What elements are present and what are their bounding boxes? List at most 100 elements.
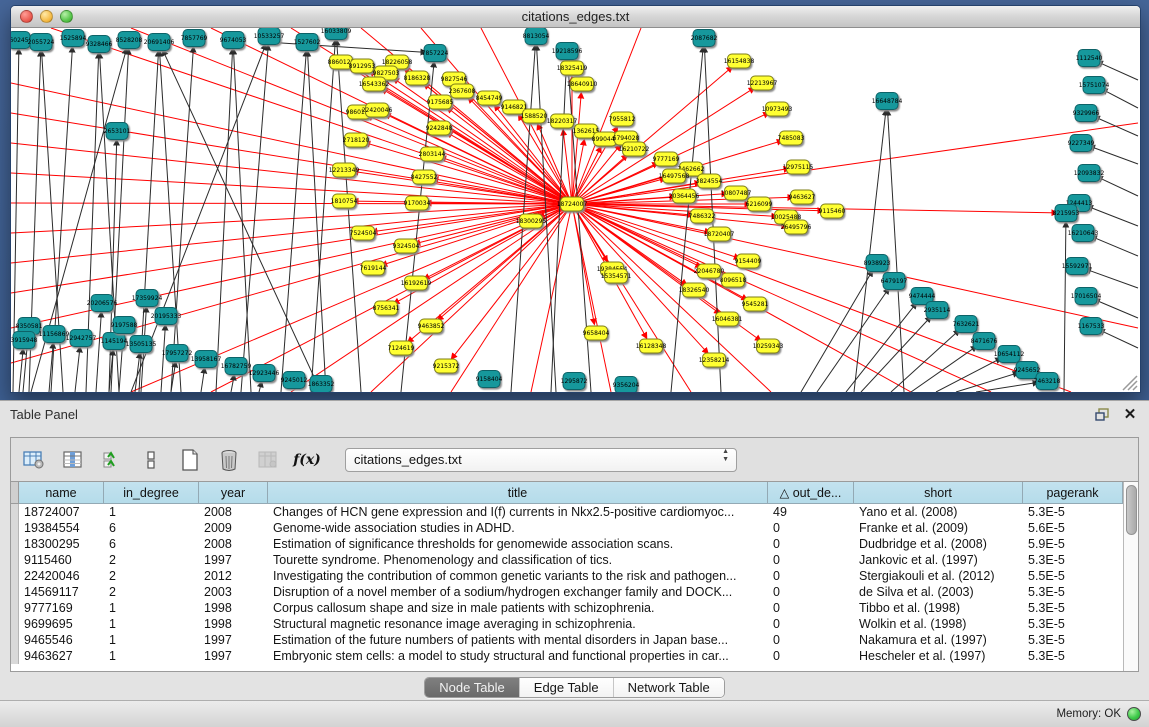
paper-node-yellow[interactable]: 15354571 [601,269,632,283]
paper-node-yellow[interactable]: 18720407 [704,227,735,241]
paper-node-teal[interactable]: 20195333 [151,308,182,325]
paper-node-teal[interactable]: 12923446 [249,365,280,382]
paper-node-teal[interactable]: 12942757 [66,330,97,347]
close-panel-icon[interactable]: ✕ [1121,407,1139,423]
tab-node-table[interactable]: Node Table [425,678,520,697]
paper-node-yellow[interactable]: 12358214 [699,353,730,367]
table-row[interactable]: 946362711997Embryonic stem cells: a mode… [11,648,1123,664]
table-cell[interactable]: 1997 [199,648,268,664]
paper-node-teal[interactable]: 1525894 [60,30,87,47]
black-edge[interactable] [160,51,181,392]
table-row[interactable]: 1872400712008Changes of HCN gene express… [11,504,1123,520]
table-cell[interactable]: Structural magnetic resonance image aver… [268,616,768,632]
paper-node-yellow[interactable]: 9115460 [819,204,846,218]
paper-node-teal[interactable]: 2055724 [28,34,55,51]
table-cell[interactable]: 2012 [199,568,268,584]
table-cell[interactable]: 6 [104,536,199,552]
black-edge[interactable] [231,375,234,392]
black-edge[interactable] [1102,89,1138,108]
paper-node-yellow[interactable]: 7955812 [609,112,636,126]
paper-node-yellow[interactable]: 16128348 [636,339,667,353]
paper-node-teal[interactable]: 9329966 [1073,105,1100,122]
table-cell[interactable]: 2008 [199,504,268,520]
table-cell[interactable]: 1997 [199,552,268,568]
paper-node-yellow[interactable]: 12213349 [329,163,360,177]
table-cell[interactable]: 22420046 [19,568,104,584]
paper-node-teal[interactable]: 16210643 [1068,225,1099,242]
black-edge[interactable] [1094,117,1138,136]
paper-node-teal[interactable]: 8938923 [864,255,891,272]
table-cell[interactable]: 2003 [199,584,268,600]
red-edge[interactable] [572,145,620,204]
paper-node-yellow[interactable]: 26495796 [781,220,812,234]
paper-node-yellow[interactable]: 9175685 [427,95,454,109]
paper-node-teal[interactable]: 9245012 [281,372,308,389]
paper-node-teal[interactable]: 13505135 [126,336,157,353]
network-canvas-area[interactable]: 1602455205572415258949328466852820820691… [11,28,1140,392]
table-cell[interactable]: Estimation of the future numbers of pati… [268,632,768,648]
table-cell[interactable]: 0 [768,616,854,632]
table-cell[interactable]: 1 [104,648,199,664]
table-cell[interactable]: Tibbo et al. (1998) [854,600,1023,616]
paper-node-yellow[interactable]: 7524504 [350,226,377,240]
paper-node-yellow[interactable]: 12213967 [747,76,778,90]
paper-node-yellow[interactable]: 9242848 [426,121,453,135]
table-settings-icon[interactable] [21,447,47,473]
table-cell[interactable]: 1998 [199,616,268,632]
paper-node-yellow[interactable]: 9658404 [583,326,610,340]
red-edge[interactable] [572,204,1071,392]
table-cell[interactable]: 0 [768,632,854,648]
table-cell[interactable]: Franke et al. (2009) [854,520,1023,536]
function-builder-icon[interactable]: f(x) [294,447,320,473]
black-edge[interactable] [201,368,205,392]
paper-node-yellow[interactable]: 22420046 [362,103,393,117]
create-table-icon[interactable] [177,447,203,473]
red-edge[interactable] [291,204,572,392]
window-resize-grip[interactable] [1128,381,1137,390]
paper-node-yellow[interactable]: 7486322 [689,209,716,223]
paper-node-teal[interactable]: 1527602 [294,34,321,51]
table-source-dropdown[interactable]: citations_edges.txt ▲▼ [345,448,737,472]
table-cell[interactable]: 14569117 [19,584,104,600]
window-titlebar[interactable]: citations_edges.txt [11,6,1140,28]
float-panel-icon[interactable] [1093,407,1111,423]
table-cell[interactable]: Estimation of significance thresholds fo… [268,536,768,552]
paper-node-yellow[interactable]: 7124619 [388,341,415,355]
black-edge[interactable] [266,42,426,52]
red-edge[interactable] [451,204,572,392]
paper-node-yellow[interactable]: 8096518 [720,273,747,287]
column-header-2[interactable]: year [199,482,268,504]
table-cell[interactable]: 9777169 [19,600,104,616]
paper-node-teal[interactable]: 17957272 [162,345,193,362]
paper-node-yellow[interactable]: 9545281 [742,297,769,311]
column-header-3[interactable]: title [268,482,768,504]
table-cell[interactable]: 1 [104,504,199,520]
paper-node-teal[interactable]: 9158404 [476,371,503,388]
table-cell[interactable]: 5.3E-5 [1023,504,1123,520]
table-cell[interactable]: 2008 [199,536,268,552]
black-edge[interactable] [956,373,1018,392]
paper-node-teal[interactable]: 8471676 [971,333,998,350]
table-cell[interactable]: 18300295 [19,536,104,552]
table-cell[interactable]: 1998 [199,600,268,616]
paper-node-teal[interactable]: 1863352 [308,376,335,393]
zoom-window-button[interactable] [60,10,73,23]
paper-node-teal[interactable]: 8813054 [523,28,550,45]
black-edge[interactable] [1091,236,1138,256]
table-body[interactable]: 1872400712008Changes of HCN gene express… [11,504,1123,671]
table-cell[interactable]: 2 [104,552,199,568]
paper-node-yellow[interactable]: 16154838 [724,54,755,68]
paper-node-yellow[interactable]: 18640910 [567,77,598,91]
table-row[interactable]: 1830029562008Estimation of significance … [11,536,1123,552]
paper-node-teal[interactable]: 16033809 [321,28,352,40]
table-cell[interactable]: 0 [768,584,854,600]
table-cell[interactable]: 5.3E-5 [1023,552,1123,568]
table-cell[interactable]: de Silva et al. (2003) [854,584,1023,600]
paper-node-yellow[interactable]: 18300295 [516,214,547,228]
black-edge[interactable] [1097,177,1138,196]
table-cell[interactable]: 0 [768,552,854,568]
paper-node-yellow[interactable]: 2803144 [419,147,446,161]
paper-node-teal[interactable]: 2935114 [924,302,951,319]
paper-node-yellow[interactable]: 7619144 [360,261,387,275]
table-cell[interactable]: 19384554 [19,520,104,536]
